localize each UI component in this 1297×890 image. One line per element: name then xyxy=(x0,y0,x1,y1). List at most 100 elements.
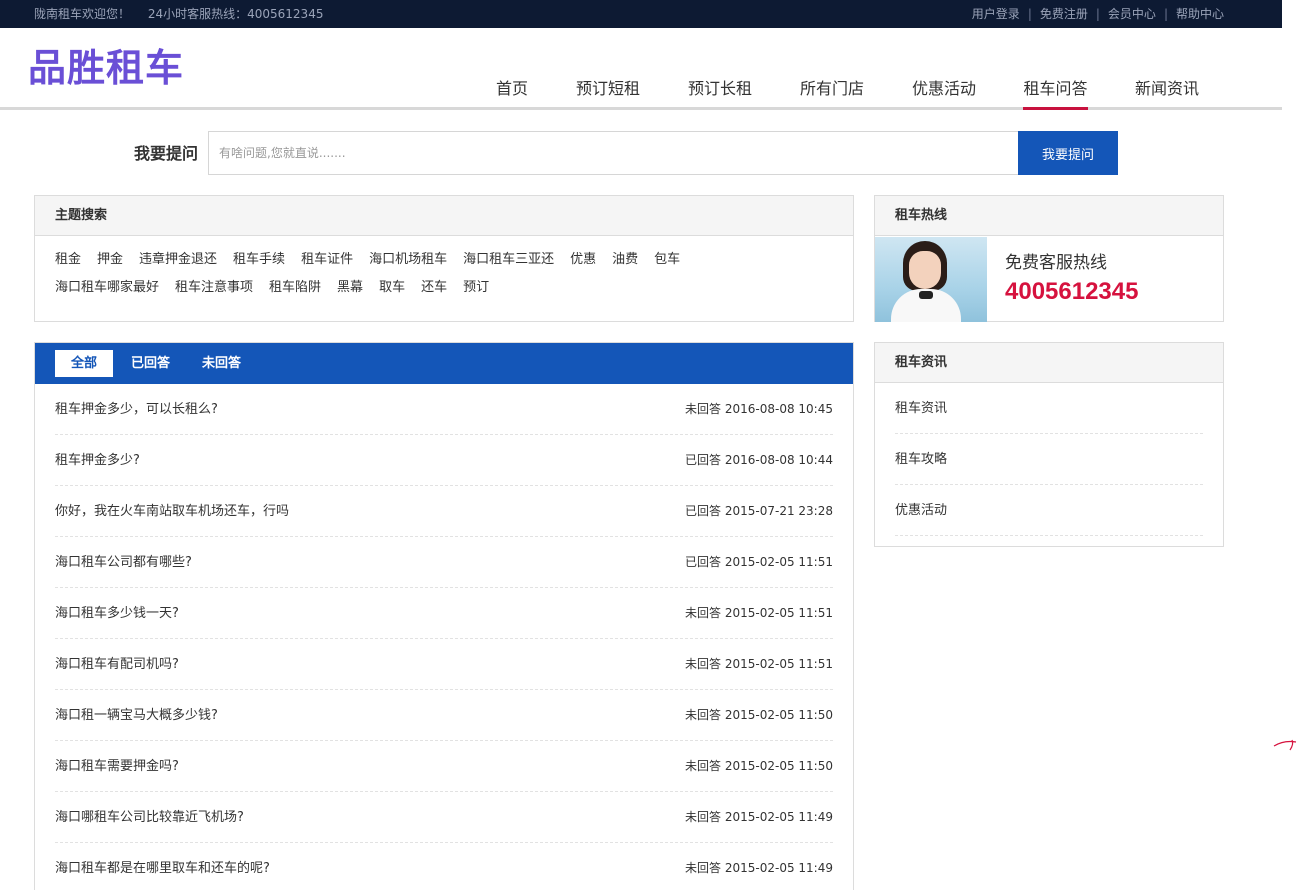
topic-tag[interactable]: 预订 xyxy=(463,274,489,302)
topic-tag[interactable]: 油费 xyxy=(612,246,638,274)
question-time: 2015-02-05 11:50 xyxy=(724,759,833,773)
question-title[interactable]: 海口租车都是在哪里取车和还车的呢? xyxy=(55,843,270,890)
rental-news-panel: 租车资讯 租车资讯 租车攻略 优惠活动 xyxy=(874,342,1224,547)
hotline-text: 24小时客服热线：4005612345 xyxy=(147,7,324,21)
hotline-label: 免费客服热线 xyxy=(1005,253,1107,273)
question-status: 未回答 xyxy=(685,810,722,824)
question-time: 2015-02-05 11:49 xyxy=(724,861,833,875)
red-annotation-mark xyxy=(1273,739,1297,751)
question-row[interactable]: 海口租车需要押金吗? 未回答 2015-02-05 11:50 xyxy=(55,741,833,792)
site-logo[interactable]: 品胜租车 xyxy=(28,44,184,92)
question-meta: 未回答 2015-02-05 11:51 xyxy=(685,639,833,690)
nav-rental-qa[interactable]: 租车问答 xyxy=(1023,72,1088,110)
nav-promotions[interactable]: 优惠活动 xyxy=(912,72,976,110)
questions-panel: 全部 已回答 未回答 租车押金多少，可以长租么? 未回答 2016-08-08 1… xyxy=(34,342,854,890)
question-time: 2015-02-05 11:51 xyxy=(724,606,833,620)
news-item[interactable]: 租车资讯 xyxy=(895,383,1203,434)
hotline-panel: 租车热线 免费客服热线 4005612345 xyxy=(874,195,1224,322)
nav-home[interactable]: 首页 xyxy=(496,72,528,110)
ask-label: 我要提问 xyxy=(134,144,199,163)
topic-tag[interactable]: 黑幕 xyxy=(337,274,363,302)
nav-news[interactable]: 新闻资讯 xyxy=(1135,72,1199,110)
welcome-text: 陇南租车欢迎您！ xyxy=(34,7,131,21)
question-title[interactable]: 你好，我在火车南站取车机场还车，行吗 xyxy=(55,486,289,537)
question-meta: 已回答 2015-02-05 11:51 xyxy=(685,537,833,588)
question-list: 租车押金多少，可以长租么? 未回答 2016-08-08 10:45 租车押金多少… xyxy=(35,384,853,890)
question-row[interactable]: 海口租车公司都有哪些? 已回答 2015-02-05 11:51 xyxy=(55,537,833,588)
topic-tag[interactable]: 租车注意事项 xyxy=(175,274,253,302)
question-title[interactable]: 海口租车公司都有哪些? xyxy=(55,537,192,588)
topic-tag[interactable]: 租车手续 xyxy=(233,246,285,274)
topic-tag[interactable]: 租车证件 xyxy=(301,246,353,274)
question-status: 未回答 xyxy=(685,861,722,875)
login-link[interactable]: 用户登录 xyxy=(972,7,1020,21)
question-row[interactable]: 租车押金多少，可以长租么? 未回答 2016-08-08 10:45 xyxy=(55,384,833,435)
member-center-link[interactable]: 会员中心 xyxy=(1108,7,1156,21)
topic-tag[interactable]: 租车陷阱 xyxy=(269,274,321,302)
topic-tag[interactable]: 海口机场租车 xyxy=(369,246,447,274)
tab-unanswered[interactable]: 未回答 xyxy=(186,350,257,377)
question-meta: 未回答 2015-02-05 11:51 xyxy=(685,588,833,639)
question-title[interactable]: 海口租一辆宝马大概多少钱? xyxy=(55,690,218,741)
question-time: 2016-08-08 10:44 xyxy=(724,453,833,467)
topic-tag[interactable]: 优惠 xyxy=(570,246,596,274)
top-bar-links: 用户登录 | 免费注册 | 会员中心 | 帮助中心 xyxy=(971,7,1224,21)
topic-list: 租金 押金 违章押金退还 租车手续 租车证件 海口机场租车 海口租车三亚还 优惠 油费 包车海口租… xyxy=(35,236,853,302)
tab-answered[interactable]: 已回答 xyxy=(115,350,186,377)
question-meta: 未回答 2015-02-05 11:50 xyxy=(685,741,833,792)
submit-question-button[interactable]: 我要提问 xyxy=(1018,131,1118,175)
question-time: 2015-02-05 11:49 xyxy=(724,810,833,824)
question-status: 已回答 xyxy=(685,555,722,569)
question-time: 2015-02-05 11:51 xyxy=(724,555,833,569)
nav-long-rental[interactable]: 预订长租 xyxy=(688,72,752,110)
question-title[interactable]: 租车押金多少? xyxy=(55,435,140,486)
nav-short-rental[interactable]: 预订短租 xyxy=(576,72,640,110)
topic-search-title: 主题搜索 xyxy=(35,196,853,236)
question-time: 2015-02-05 11:51 xyxy=(724,657,833,671)
question-time: 2015-07-21 23:28 xyxy=(724,504,833,518)
question-title[interactable]: 海口租车需要押金吗? xyxy=(55,741,179,792)
hotline-number: 4005612345 xyxy=(1005,278,1139,305)
question-input[interactable] xyxy=(208,131,1018,175)
rental-news-title: 租车资讯 xyxy=(875,343,1223,383)
question-row[interactable]: 海口哪租车公司比较靠近飞机场? 未回答 2015-02-05 11:49 xyxy=(55,792,833,843)
top-bar: 陇南租车欢迎您！ 24小时客服热线：4005612345 用户登录 | 免费注册 | 会… xyxy=(0,0,1282,28)
question-title[interactable]: 海口租车有配司机吗? xyxy=(55,639,179,690)
question-row[interactable]: 海口租车多少钱一天? 未回答 2015-02-05 11:51 xyxy=(55,588,833,639)
topic-tag[interactable]: 取车 xyxy=(379,274,405,302)
topic-tag[interactable]: 违章押金退还 xyxy=(139,246,217,274)
question-status: 已回答 xyxy=(685,504,722,518)
topic-search-panel: 主题搜索 租金 押金 违章押金退还 租车手续 租车证件 海口机场租车 海口租车三亚还 优惠 油费… xyxy=(34,195,854,322)
top-bar-info: 陇南租车欢迎您！ 24小时客服热线：4005612345 xyxy=(34,0,323,28)
question-tabs: 全部 已回答 未回答 xyxy=(35,343,853,384)
question-title[interactable]: 海口哪租车公司比较靠近飞机场? xyxy=(55,792,244,843)
question-row[interactable]: 租车押金多少? 已回答 2016-08-08 10:44 xyxy=(55,435,833,486)
tab-all[interactable]: 全部 xyxy=(55,350,114,377)
topic-tag[interactable]: 押金 xyxy=(97,246,123,274)
topic-tag[interactable]: 海口租车哪家最好 xyxy=(55,274,159,302)
question-meta: 未回答 2015-02-05 11:49 xyxy=(685,843,833,890)
nav-stores[interactable]: 所有门店 xyxy=(800,72,864,110)
question-row[interactable]: 海口租一辆宝马大概多少钱? 未回答 2015-02-05 11:50 xyxy=(55,690,833,741)
topic-tag[interactable]: 租金 xyxy=(55,246,81,274)
question-meta: 已回答 2015-07-21 23:28 xyxy=(685,486,833,537)
help-center-link[interactable]: 帮助中心 xyxy=(1176,7,1224,21)
question-status: 未回答 xyxy=(685,759,722,773)
question-status: 未回答 xyxy=(685,606,722,620)
news-item[interactable]: 租车攻略 xyxy=(895,434,1203,485)
question-row[interactable]: 海口租车都是在哪里取车和还车的呢? 未回答 2015-02-05 11:49 xyxy=(55,843,833,890)
question-row[interactable]: 海口租车有配司机吗? 未回答 2015-02-05 11:51 xyxy=(55,639,833,690)
news-item[interactable]: 优惠活动 xyxy=(895,485,1203,536)
question-time: 2016-08-08 10:45 xyxy=(724,402,833,416)
topic-tag[interactable]: 还车 xyxy=(421,274,447,302)
register-link[interactable]: 免费注册 xyxy=(1040,7,1088,21)
topic-tag[interactable]: 海口租车三亚还 xyxy=(463,246,554,274)
question-title[interactable]: 租车押金多少，可以长租么? xyxy=(55,384,218,435)
question-row[interactable]: 你好，我在火车南站取车机场还车，行吗 已回答 2015-07-21 23:28 xyxy=(55,486,833,537)
question-title[interactable]: 海口租车多少钱一天? xyxy=(55,588,179,639)
question-status: 未回答 xyxy=(685,708,722,722)
question-status: 未回答 xyxy=(685,402,722,416)
site-header: 品胜租车 首页 预订短租 预订长租 所有门店 优惠活动 租车问答 新闻资讯 xyxy=(0,28,1282,110)
topic-tag[interactable]: 包车 xyxy=(654,246,680,274)
question-status: 已回答 xyxy=(685,453,722,467)
